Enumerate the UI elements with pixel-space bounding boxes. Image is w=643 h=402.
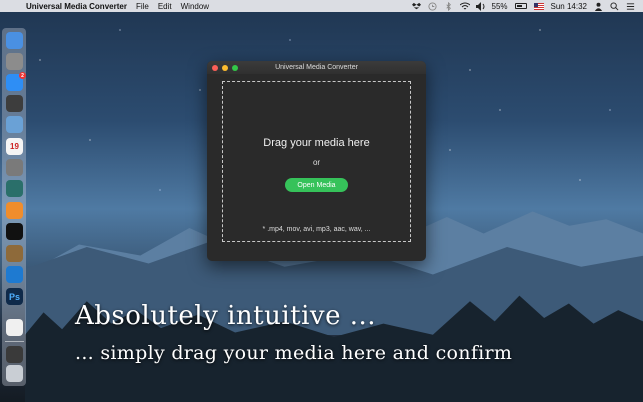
caption-headline: Absolutely intuitive ...: [75, 301, 377, 331]
input-source-flag-icon[interactable]: [533, 2, 544, 10]
zoom-window-button[interactable]: [232, 64, 238, 71]
file-menu[interactable]: File: [136, 2, 149, 11]
spotlight-search-icon[interactable]: [610, 1, 619, 11]
drop-or-label: or: [312, 158, 321, 167]
converter-window: Universal Media Converter Drag your medi…: [207, 61, 426, 261]
system-preferences-icon[interactable]: [6, 159, 23, 176]
app-store-badge: 2: [19, 72, 26, 79]
user-icon[interactable]: [594, 2, 603, 11]
edit-menu[interactable]: Edit: [158, 2, 172, 11]
app-menu[interactable]: Universal Media Converter: [26, 2, 127, 11]
mission-control-icon[interactable]: [6, 95, 23, 112]
status-area: 55% Sun 14:32: [411, 1, 643, 11]
dropbox-icon[interactable]: [411, 2, 421, 11]
launchpad-icon[interactable]: [6, 53, 23, 70]
bluetooth-icon[interactable]: [444, 1, 453, 11]
pixelmator-icon[interactable]: [6, 245, 23, 262]
window-titlebar[interactable]: Universal Media Converter: [207, 61, 426, 74]
close-window-button[interactable]: [212, 64, 218, 71]
battery-icon[interactable]: [514, 3, 527, 9]
trash-icon[interactable]: [6, 365, 23, 382]
wifi-icon[interactable]: [459, 2, 470, 11]
caption-subline: ... simply drag your media here and conf…: [75, 342, 513, 364]
app-store-icon[interactable]: 2: [6, 72, 26, 91]
dock: 2 19 Ps: [2, 28, 26, 386]
photoshop-icon[interactable]: Ps: [6, 288, 23, 305]
open-media-button[interactable]: Open Media: [285, 178, 348, 192]
volume-icon[interactable]: [475, 1, 485, 11]
window-menu[interactable]: Window: [181, 2, 209, 11]
calendar-icon[interactable]: 19: [6, 138, 23, 155]
finder-icon[interactable]: [6, 32, 23, 49]
battery-percent: 55%: [491, 1, 508, 11]
minimize-window-button[interactable]: [222, 64, 228, 71]
preview-icon[interactable]: [6, 116, 23, 133]
menu-bar: Universal Media Converter File Edit Wind…: [0, 0, 643, 12]
time-machine-icon[interactable]: [427, 1, 437, 11]
drop-title: Drag your media here: [263, 137, 370, 149]
ibooks-icon[interactable]: [6, 202, 23, 219]
media-drop-zone[interactable]: Drag your media here or Open Media * .mp…: [222, 81, 411, 242]
downloads-folder-icon[interactable]: [6, 346, 23, 363]
window-title: Universal Media Converter: [275, 64, 358, 71]
supported-formats-label: * .mp4, mov, avi, mp3, aac, wav, ...: [262, 226, 371, 233]
menubar-clock[interactable]: Sun 14:32: [551, 2, 587, 11]
quicktime-icon[interactable]: [6, 266, 23, 283]
sequential-icon[interactable]: [6, 180, 23, 197]
notification-center-icon[interactable]: [626, 2, 635, 11]
documents-folder-icon[interactable]: [6, 319, 23, 336]
dock-separator: [5, 341, 24, 342]
terminal-icon[interactable]: [6, 223, 23, 240]
